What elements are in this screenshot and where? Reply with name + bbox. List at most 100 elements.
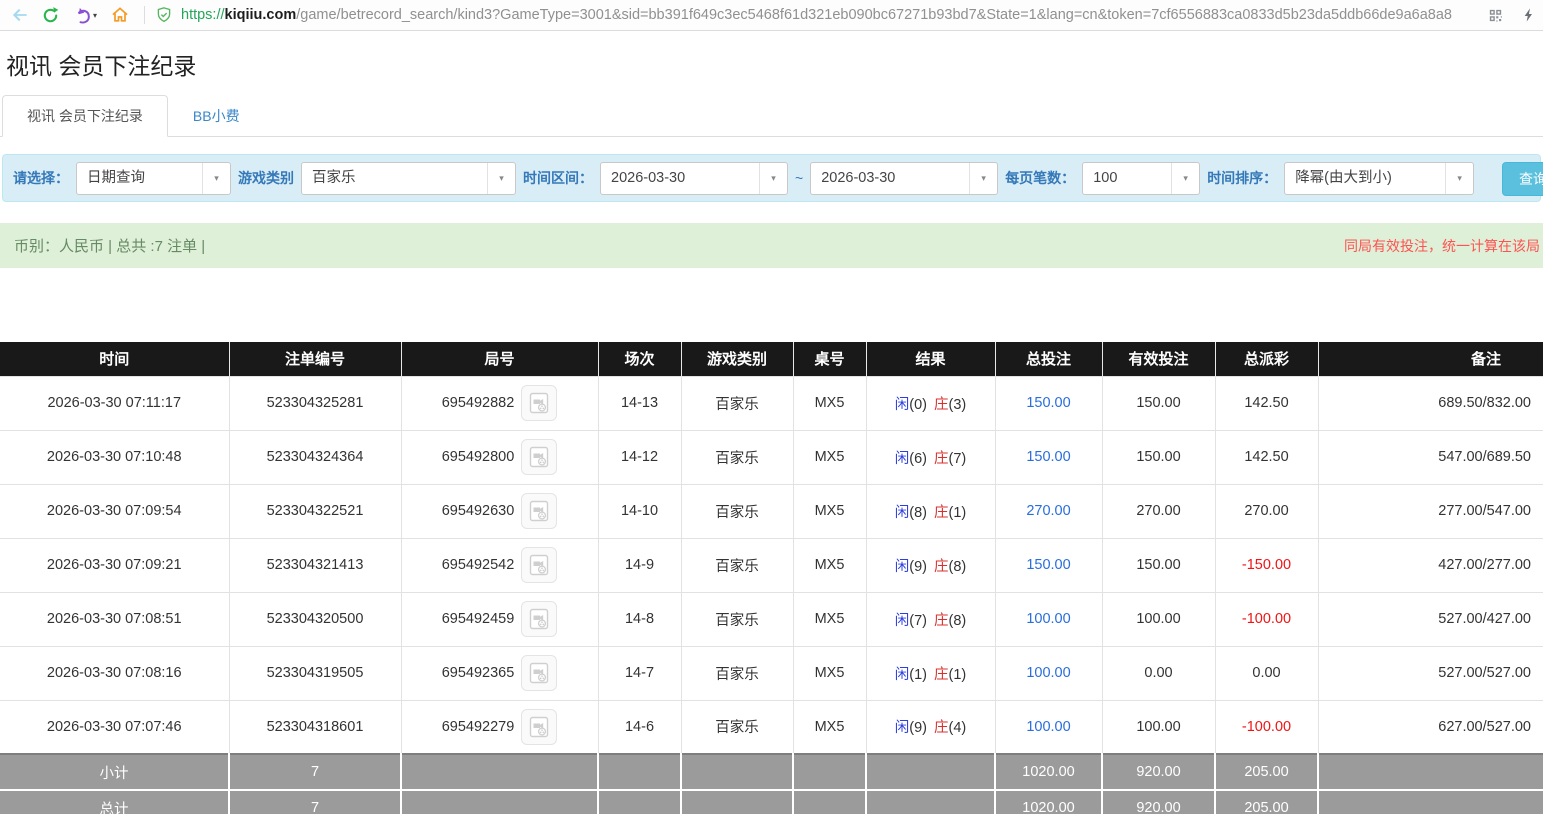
chevron-down-icon[interactable]: ▾ xyxy=(1171,163,1199,194)
page-size-select[interactable]: 100 ▾ xyxy=(1082,162,1200,195)
player-label: 闲 xyxy=(895,505,910,521)
header-payout: 总派彩 xyxy=(1215,342,1318,376)
total-row: 总计 7 1020.00 920.00 205.00 xyxy=(0,790,1543,814)
table-header-row: 时间 注单编号 局号 场次 游戏类别 桌号 结果 总投注 有效投注 总派彩 备注 xyxy=(0,342,1543,376)
total-bet-link[interactable]: 150.00 xyxy=(1026,395,1070,411)
undo-button[interactable]: ▾ xyxy=(66,2,104,28)
banker-score: (1) xyxy=(949,505,967,521)
chevron-down-icon[interactable]: ▾ xyxy=(202,163,230,194)
date-from-select[interactable]: 2026-03-30 ▾ xyxy=(600,162,788,195)
total-valid-bet: 920.00 xyxy=(1102,790,1215,814)
total-bet-link[interactable]: 270.00 xyxy=(1026,503,1070,519)
video-replay-button[interactable] xyxy=(521,547,557,583)
banker-label: 庄 xyxy=(934,667,949,683)
cell-game-type: 百家乐 xyxy=(681,538,793,592)
cell-session: 14-10 xyxy=(598,484,681,538)
total-count: 7 xyxy=(229,790,401,814)
video-replay-button[interactable] xyxy=(521,493,557,529)
cell-round-no: 695492800 xyxy=(401,430,598,484)
page-size-label: 每页笔数： xyxy=(1005,168,1075,188)
subtotal-empty xyxy=(793,754,866,790)
back-button[interactable] xyxy=(6,2,34,28)
round-no-text: 695492279 xyxy=(442,719,515,735)
total-bet-link[interactable]: 150.00 xyxy=(1026,557,1070,573)
back-icon xyxy=(10,5,30,25)
cell-bet-id: 523304320500 xyxy=(229,592,401,646)
date-mode-select[interactable]: 日期查询 ▾ xyxy=(76,162,231,195)
cell-round-no: 695492882 xyxy=(401,376,598,430)
cell-session: 14-6 xyxy=(598,700,681,754)
date-mode-value: 日期查询 xyxy=(77,163,202,194)
tab-bb-tips[interactable]: BB小费 xyxy=(168,95,265,137)
player-score: (7) xyxy=(909,613,927,629)
chevron-down-icon[interactable]: ▾ xyxy=(1445,163,1473,194)
chevron-down-icon[interactable]: ▾ xyxy=(969,163,997,194)
total-label: 总计 xyxy=(0,790,229,814)
cell-time: 2026-03-30 07:11:17 xyxy=(0,376,229,430)
video-icon xyxy=(527,715,551,739)
cell-remark: 427.00/277.00 xyxy=(1318,538,1543,592)
shield-icon[interactable] xyxy=(155,6,173,24)
cell-valid-bet: 150.00 xyxy=(1102,538,1215,592)
total-bet-link[interactable]: 150.00 xyxy=(1026,449,1070,465)
cell-total-bet: 100.00 xyxy=(995,592,1102,646)
cell-round-no: 695492542 xyxy=(401,538,598,592)
tab-bet-records[interactable]: 视讯 会员下注纪录 xyxy=(2,95,168,137)
date-to-select[interactable]: 2026-03-30 ▾ xyxy=(810,162,998,195)
cell-table-no: MX5 xyxy=(793,376,866,430)
player-label: 闲 xyxy=(895,559,910,575)
cell-round-no: 695492630 xyxy=(401,484,598,538)
video-icon xyxy=(527,661,551,685)
header-session: 场次 xyxy=(598,342,681,376)
video-icon xyxy=(527,553,551,577)
video-replay-button[interactable] xyxy=(521,439,557,475)
game-type-value: 百家乐 xyxy=(302,163,487,194)
header-remark: 备注 xyxy=(1318,342,1543,376)
browser-toolbar: ▾ https://kiqiiu.com/game/betrecord_sear… xyxy=(0,0,1543,31)
total-bet-link[interactable]: 100.00 xyxy=(1026,665,1070,681)
cell-table-no: MX5 xyxy=(793,646,866,700)
cell-payout: 0.00 xyxy=(1215,646,1318,700)
video-replay-button[interactable] xyxy=(521,709,557,745)
video-icon xyxy=(527,391,551,415)
lightning-button[interactable] xyxy=(1515,2,1543,28)
address-bar[interactable]: https://kiqiiu.com/game/betrecord_search… xyxy=(155,6,1479,24)
date-from-value: 2026-03-30 xyxy=(601,163,759,194)
valid-bet-note: 同局有效投注，统一计算在该局 xyxy=(1344,236,1540,256)
bet-records-table: 时间 注单编号 局号 场次 游戏类别 桌号 结果 总投注 有效投注 总派彩 备注… xyxy=(0,342,1543,814)
refresh-button[interactable] xyxy=(36,2,64,28)
subtotal-empty xyxy=(598,754,681,790)
round-no-text: 695492882 xyxy=(442,395,515,411)
video-replay-button[interactable] xyxy=(521,601,557,637)
qr-code-button[interactable] xyxy=(1481,2,1509,28)
cell-remark: 277.00/547.00 xyxy=(1318,484,1543,538)
chevron-down-icon[interactable]: ▾ xyxy=(487,163,515,194)
url-text[interactable]: https://kiqiiu.com/game/betrecord_search… xyxy=(181,7,1452,23)
home-button[interactable] xyxy=(106,2,134,28)
chevron-down-icon[interactable]: ▾ xyxy=(759,163,787,194)
summary-bar: 币别：人民币 | 总共 :7 注单 | 同局有效投注，统一计算在该局 xyxy=(0,223,1543,268)
banker-label: 庄 xyxy=(934,451,949,467)
banker-label: 庄 xyxy=(934,720,949,736)
cell-valid-bet: 0.00 xyxy=(1102,646,1215,700)
sort-select[interactable]: 降幂(由大到小) ▾ xyxy=(1284,162,1474,195)
player-score: (9) xyxy=(909,720,927,736)
sort-value: 降幂(由大到小) xyxy=(1285,163,1445,194)
video-replay-button[interactable] xyxy=(521,385,557,421)
total-empty xyxy=(401,790,598,814)
cell-remark: 547.00/689.50 xyxy=(1318,430,1543,484)
cell-bet-id: 523304319505 xyxy=(229,646,401,700)
search-button[interactable]: 查询 xyxy=(1502,162,1543,196)
game-type-select[interactable]: 百家乐 ▾ xyxy=(301,162,516,195)
total-bet-link[interactable]: 100.00 xyxy=(1026,611,1070,627)
total-bet-link[interactable]: 100.00 xyxy=(1026,719,1070,735)
player-score: (6) xyxy=(909,451,927,467)
cell-round-no: 695492459 xyxy=(401,592,598,646)
total-empty xyxy=(681,790,793,814)
total-empty xyxy=(598,790,681,814)
video-icon xyxy=(527,445,551,469)
cell-total-bet: 150.00 xyxy=(995,430,1102,484)
subtotal-empty xyxy=(681,754,793,790)
video-replay-button[interactable] xyxy=(521,655,557,691)
chevron-down-icon: ▾ xyxy=(93,11,97,20)
